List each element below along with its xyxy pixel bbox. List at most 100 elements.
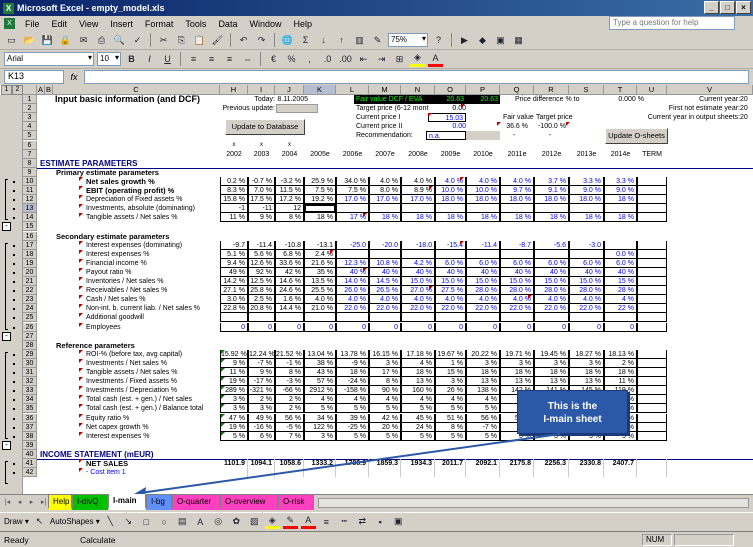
borders-icon[interactable]: ⊞ [392, 52, 407, 67]
data-cell[interactable] [220, 468, 248, 478]
menu-insert[interactable]: Insert [104, 19, 139, 29]
draw-menu-button[interactable]: Draw ▾ [4, 517, 29, 526]
data-cell[interactable]: 3 % [534, 358, 569, 368]
data-cell[interactable]: 22 % [604, 304, 637, 314]
data-cell[interactable]: -11.4 [248, 240, 275, 250]
data-cell[interactable]: 34 % [304, 413, 336, 423]
decrease-indent-icon[interactable]: ⇤ [356, 52, 371, 67]
row-header[interactable]: 13 [23, 204, 37, 214]
column-header[interactable]: O [435, 85, 466, 95]
data-cell[interactable]: 4 % [466, 395, 500, 405]
data-cell[interactable] [637, 313, 667, 323]
data-cell[interactable]: 1 % [435, 358, 466, 368]
data-cell[interactable]: 5 % [435, 431, 466, 441]
data-cell[interactable] [637, 422, 667, 432]
data-cell[interactable]: -18.0 [401, 240, 435, 250]
data-cell[interactable]: 0 [534, 322, 569, 332]
data-cell[interactable]: 18 % [435, 213, 466, 223]
data-cell[interactable]: 0 [569, 322, 604, 332]
line-icon[interactable]: ╲ [103, 514, 118, 529]
data-cell[interactable]: 12.3 % [336, 258, 369, 268]
data-cell[interactable]: 18 % [534, 368, 569, 377]
data-cell[interactable]: 0 [500, 322, 534, 332]
sheet-tab[interactable]: I-bg [146, 495, 172, 510]
data-cell[interactable]: 15 % [604, 277, 637, 286]
cut-icon[interactable]: ✂ [156, 33, 171, 48]
data-cell[interactable]: 6.8 % [275, 249, 304, 259]
align-center-icon[interactable]: ≡ [204, 52, 219, 67]
data-cell[interactable]: 13 % [569, 377, 604, 387]
data-cell[interactable]: 2 % [604, 358, 637, 368]
data-cell[interactable]: 5 % [369, 404, 401, 414]
email-icon[interactable]: ✉ [76, 33, 91, 48]
outline-collapse-button[interactable]: - [2, 222, 11, 232]
data-cell[interactable]: 5 % [466, 431, 500, 441]
data-cell[interactable] [637, 204, 667, 214]
column-header[interactable]: P [466, 85, 500, 95]
data-cell[interactable] [637, 404, 667, 414]
percent-icon[interactable]: % [284, 52, 299, 67]
increase-indent-icon[interactable]: ⇥ [374, 52, 389, 67]
row-header[interactable]: 27 [23, 331, 37, 341]
data-cell[interactable] [336, 468, 369, 478]
data-cell[interactable]: 2.5 % [248, 295, 275, 305]
data-cell[interactable]: 18.0 % [466, 195, 500, 205]
row-header[interactable]: 2 [23, 104, 37, 114]
data-cell[interactable]: 4.0 % [401, 176, 435, 186]
tab-next-icon[interactable]: ▸ [26, 497, 37, 508]
data-cell[interactable]: 4.0 % [569, 295, 604, 305]
menu-tools[interactable]: Tools [179, 19, 212, 29]
data-cell[interactable]: -9 % [336, 358, 369, 368]
row-header[interactable]: 38 [23, 431, 37, 441]
data-cell[interactable] [401, 468, 435, 478]
data-cell[interactable]: 13 % [466, 377, 500, 387]
data-cell[interactable] [637, 249, 667, 259]
data-cell[interactable]: 19.45 % [534, 349, 569, 359]
chart-wizard-icon[interactable]: ▥ [352, 33, 367, 48]
data-cell[interactable]: 5 % [401, 404, 435, 414]
data-cell[interactable]: 24.6 % [275, 286, 304, 296]
data-cell[interactable]: -158 % [336, 386, 369, 396]
outline-level-1-button[interactable]: 1 [1, 85, 12, 95]
data-cell[interactable] [637, 258, 667, 268]
save-icon[interactable]: 💾 [40, 33, 55, 48]
3d-icon[interactable]: ▣ [391, 514, 406, 529]
data-cell[interactable]: 0.2 % [220, 176, 248, 186]
data-cell[interactable] [604, 313, 637, 323]
data-cell[interactable]: 49 % [220, 267, 248, 277]
data-cell[interactable] [248, 468, 275, 478]
data-cell[interactable]: -9.7 [220, 240, 248, 250]
data-cell[interactable]: 15.0 % [466, 277, 500, 286]
open-icon[interactable]: 📂 [22, 33, 37, 48]
row-header[interactable]: 34 [23, 395, 37, 405]
data-cell[interactable]: 12.6 % [248, 258, 275, 268]
data-cell[interactable]: 49 % [248, 413, 275, 423]
data-cell[interactable]: 56 % [466, 413, 500, 423]
data-cell[interactable]: 18 % [369, 213, 401, 223]
data-cell[interactable]: 4.0 % [534, 295, 569, 305]
data-cell[interactable]: -17 % [248, 377, 275, 387]
data-cell[interactable]: -5 % [275, 422, 304, 432]
data-cell[interactable]: 3 % [466, 358, 500, 368]
data-cell[interactable] [569, 313, 604, 323]
data-cell[interactable] [369, 249, 401, 259]
menu-window[interactable]: Window [243, 19, 287, 29]
data-cell[interactable] [500, 204, 534, 214]
data-cell[interactable]: 14.6 % [275, 277, 304, 286]
data-cell[interactable] [500, 313, 534, 323]
data-cell[interactable]: 9 % [248, 213, 275, 223]
data-cell[interactable]: 4 % [604, 295, 637, 305]
data-cell[interactable]: 8 % [369, 377, 401, 387]
merge-icon[interactable]: ⇔ [240, 52, 255, 67]
data-cell[interactable]: 7 % [275, 431, 304, 441]
current-price-1-input[interactable]: 15.03 [428, 113, 466, 123]
data-cell[interactable]: 2011.7 [435, 459, 466, 468]
data-cell[interactable] [275, 313, 304, 323]
data-cell[interactable]: 4.0 % [466, 295, 500, 305]
row-header[interactable]: 22 [23, 286, 37, 296]
data-cell[interactable]: 4.0 % [435, 295, 466, 305]
fx-icon[interactable]: fx [64, 72, 84, 82]
line-style-icon[interactable]: ≡ [319, 514, 334, 529]
data-cell[interactable]: 38 % [304, 358, 336, 368]
data-cell[interactable]: -0.7 % [248, 176, 275, 186]
